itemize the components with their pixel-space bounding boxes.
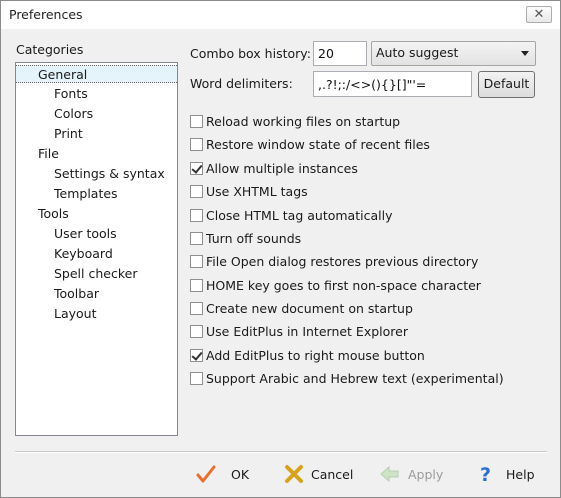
ok-button[interactable]: OK: [195, 463, 257, 487]
tree-item-tools[interactable]: Tools: [38, 205, 69, 223]
combo-history-input[interactable]: [313, 41, 367, 66]
tree-item-label: Toolbar: [54, 286, 100, 301]
option-label: Create new document on startup: [206, 301, 413, 316]
checkmark-icon: [196, 465, 216, 483]
apply-label: Apply: [408, 467, 444, 482]
tree-item-label: Layout: [54, 306, 97, 321]
checkbox[interactable]: [190, 138, 203, 151]
option-label: Allow multiple instances: [206, 161, 358, 176]
close-icon: ✕: [533, 7, 545, 22]
default-button[interactable]: Default: [478, 71, 535, 98]
option-label: File Open dialog restores previous direc…: [206, 254, 479, 269]
option-label: Restore window state of recent files: [206, 137, 430, 152]
tree-item-label: File: [38, 146, 59, 161]
help-label: Help: [506, 467, 535, 482]
svg-text:?: ?: [480, 464, 491, 485]
option-label: Support Arabic and Hebrew text (experime…: [206, 371, 504, 386]
apply-button[interactable]: Apply: [379, 463, 445, 487]
cancel-button[interactable]: Cancel: [283, 463, 355, 487]
checkbox[interactable]: [190, 279, 203, 292]
tree-item-label: General: [38, 67, 88, 82]
checkbox[interactable]: [190, 185, 203, 198]
preferences-dialog: Preferences ✕ Categories General Fonts C…: [0, 0, 561, 498]
categories-label: Categories: [16, 42, 84, 57]
tree-item-layout[interactable]: Layout: [54, 305, 97, 323]
tree-item-label: Fonts: [54, 86, 88, 101]
arrow-left-icon: [380, 465, 399, 483]
tree-item-file[interactable]: File: [38, 145, 59, 163]
tree-item-colors[interactable]: Colors: [54, 105, 93, 123]
checkbox[interactable]: [190, 255, 203, 268]
option-label: Close HTML tag automatically: [206, 208, 393, 223]
checkbox[interactable]: [190, 209, 203, 222]
tree-item-label: Print: [54, 126, 83, 141]
option-label: Use XHTML tags: [206, 184, 308, 199]
word-delimiters-input[interactable]: [313, 71, 472, 97]
autosuggest-value: Auto suggest: [376, 45, 459, 60]
tree-item-label: Tools: [38, 206, 69, 221]
option-label: Reload working files on startup: [206, 114, 401, 129]
title-bar: Preferences ✕: [1, 1, 560, 29]
tree-item-label: Settings & syntax: [54, 166, 165, 181]
question-icon: ?: [480, 464, 491, 485]
autosuggest-select[interactable]: Auto suggest: [371, 41, 536, 66]
chevron-down-icon: [521, 51, 529, 56]
help-button[interactable]: ? Help: [475, 463, 537, 487]
option-label: Add EditPlus to right mouse button: [206, 348, 425, 363]
tree-item-keyboard[interactable]: Keyboard: [54, 245, 113, 263]
checkbox[interactable]: [190, 325, 203, 338]
tree-item-fonts[interactable]: Fonts: [54, 85, 88, 103]
cross-icon: [285, 465, 303, 483]
option-label: Use EditPlus in Internet Explorer: [206, 324, 408, 339]
categories-tree[interactable]: General Fonts Colors Print File Settings…: [15, 62, 178, 436]
checkbox[interactable]: [190, 162, 203, 175]
footer-divider: [15, 451, 547, 453]
cancel-label: Cancel: [311, 467, 354, 482]
checkbox[interactable]: [190, 372, 203, 385]
tree-item-templates[interactable]: Templates: [54, 185, 118, 203]
checkbox[interactable]: [190, 115, 203, 128]
ok-label: OK: [231, 467, 250, 482]
checkbox[interactable]: [190, 349, 203, 362]
tree-item-settings-syntax[interactable]: Settings & syntax: [54, 165, 165, 183]
tree-item-label: Spell checker: [54, 266, 138, 281]
tree-item-toolbar[interactable]: Toolbar: [54, 285, 99, 303]
option-label: Turn off sounds: [206, 231, 302, 246]
option-label: HOME key goes to first non-space charact…: [206, 278, 481, 293]
tree-item-spell-checker[interactable]: Spell checker: [54, 265, 137, 283]
tree-item-user-tools[interactable]: User tools: [54, 225, 117, 243]
checkbox[interactable]: [190, 232, 203, 245]
tree-item-label: User tools: [54, 226, 117, 241]
close-button[interactable]: ✕: [526, 6, 552, 23]
word-delimiters-label: Word delimiters:: [190, 76, 293, 91]
tree-item-label: Keyboard: [54, 246, 113, 261]
tree-item-label: Colors: [54, 106, 94, 121]
tree-item-general[interactable]: General: [16, 65, 177, 83]
combo-history-label: Combo box history:: [190, 46, 311, 61]
checkbox[interactable]: [190, 302, 203, 315]
window-title: Preferences: [9, 7, 83, 22]
tree-item-label: Templates: [54, 186, 118, 201]
tree-item-print[interactable]: Print: [54, 125, 83, 143]
